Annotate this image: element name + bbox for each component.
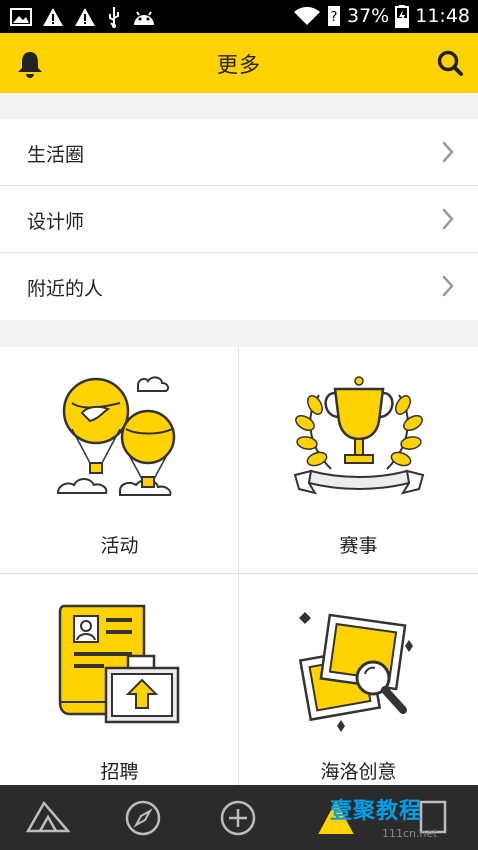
menu-item-label: 附近的人 [27, 278, 104, 300]
tab-discover-mountain-icon[interactable] [25, 799, 71, 837]
warning-icon-2 [74, 7, 96, 27]
tile-activities[interactable]: 活动 [0, 347, 239, 573]
clock: 11:48 [415, 5, 470, 27]
menu-item-label: 设计师 [27, 211, 85, 233]
tile-label: 海洛创意 [320, 761, 397, 783]
tile-hero-creative[interactable]: 海洛创意 [239, 574, 478, 800]
chevron-right-icon [442, 141, 454, 167]
trophy-illustration-icon [293, 376, 425, 495]
status-bar: ? 37% 11:48 [0, 0, 478, 33]
tile-label: 活动 [100, 535, 139, 557]
usb-icon [106, 6, 122, 28]
menu-item-label: 生活圈 [27, 144, 85, 166]
battery-charging-icon [395, 4, 410, 28]
app-header: 更多 [0, 33, 478, 93]
tile-events[interactable]: 赛事 [239, 347, 478, 573]
photo-magnifier-illustration-icon [298, 612, 413, 732]
menu-item-designer[interactable]: 设计师 [0, 186, 478, 253]
tile-recruitment[interactable]: 招聘 [0, 574, 239, 800]
page-title: 更多 [217, 53, 261, 77]
menu-item-life-circle[interactable]: 生活圈 [0, 119, 478, 186]
compass-icon[interactable] [124, 799, 162, 841]
android-icon [132, 8, 156, 26]
bottom-navigation: 壹聚教程 111cn.net [0, 785, 478, 850]
warning-icon [42, 7, 64, 27]
menu-item-nearby[interactable]: 附近的人 [0, 253, 478, 320]
feature-grid: 活动 赛事 招聘 海洛创意 [0, 347, 478, 785]
svg-text:?: ? [331, 10, 338, 25]
add-icon[interactable] [219, 799, 257, 841]
signal-unknown-icon: ? [327, 5, 341, 27]
gallery-notification-icon [10, 8, 32, 26]
watermark-sub: 111cn.net [382, 827, 438, 840]
battery-percent: 37% [347, 5, 390, 27]
menu-list: 生活圈 设计师 附近的人 [0, 119, 478, 320]
search-icon[interactable] [436, 49, 464, 81]
chevron-right-icon [442, 275, 454, 301]
tile-label: 招聘 [100, 761, 139, 783]
resume-briefcase-illustration-icon [58, 604, 180, 724]
chevron-right-icon [442, 208, 454, 234]
tile-label: 赛事 [339, 535, 378, 557]
balloon-illustration-icon [56, 376, 176, 496]
watermark-text: 壹聚教程 [330, 799, 423, 824]
wifi-icon [293, 5, 321, 27]
